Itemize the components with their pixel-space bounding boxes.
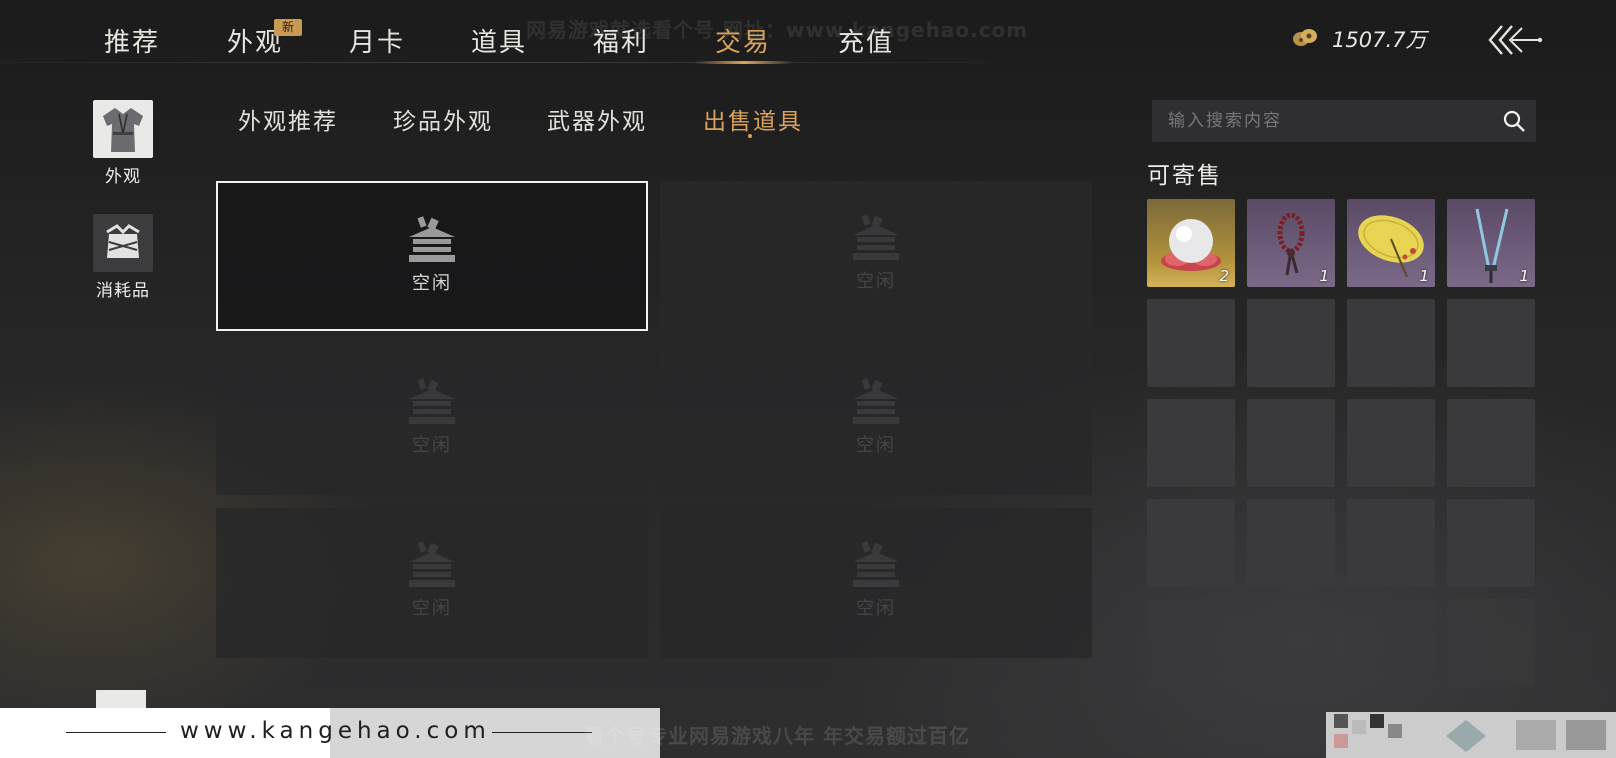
sale-slot[interactable]: 空闲: [216, 508, 648, 658]
inventory-empty-slot[interactable]: [1447, 499, 1535, 587]
stall-icon: [405, 375, 459, 427]
slot-status: 空闲: [412, 273, 452, 294]
subtab-sell-items[interactable]: 出售道具: [703, 102, 803, 136]
subtab-rare-appearance[interactable]: 珍品外观: [393, 102, 493, 136]
active-tab-indicator: [694, 61, 794, 64]
bundle-icon: [93, 214, 153, 272]
inventory-empty-slot[interactable]: [1347, 299, 1435, 387]
coin-icon: [1292, 26, 1318, 48]
stall-icon: [405, 538, 459, 590]
tab-items[interactable]: 道具: [471, 22, 527, 62]
inventory-item-pearl[interactable]: 2: [1147, 199, 1235, 287]
inventory-empty-slot[interactable]: [1447, 599, 1535, 687]
top-nav-divider: [0, 62, 990, 63]
category-label: 消耗品: [96, 281, 150, 301]
inventory-empty-slot[interactable]: [1247, 299, 1335, 387]
sellable-title: 可寄售: [1147, 163, 1222, 189]
search-icon[interactable]: [1502, 109, 1526, 133]
sale-slot[interactable]: 空闲: [660, 508, 1092, 658]
stall-icon: [405, 213, 459, 265]
stall-icon: [849, 211, 903, 263]
slot-status: 空闲: [856, 435, 896, 456]
inventory-empty-slot[interactable]: [1147, 299, 1235, 387]
tab-welfare[interactable]: 福利: [593, 22, 649, 62]
category-partial-item[interactable]: [96, 690, 146, 708]
watermark-logo: [1326, 690, 1616, 758]
inventory-item-yellow-umbrella[interactable]: 1: [1347, 199, 1435, 287]
slot-status: 空闲: [412, 435, 452, 456]
inventory-empty-slot[interactable]: [1347, 399, 1435, 487]
sale-slot[interactable]: 空闲: [216, 345, 648, 495]
item-quantity: 1: [1519, 267, 1529, 285]
category-appearance[interactable]: 外观: [92, 100, 154, 187]
subtab-active-dot: [748, 134, 752, 138]
inventory-empty-slot[interactable]: [1247, 599, 1335, 687]
inventory-empty-slot[interactable]: [1447, 299, 1535, 387]
clipped-section-header: [210, 140, 410, 158]
search-input[interactable]: [1168, 108, 1488, 134]
category-label: 外观: [105, 167, 141, 187]
inventory-empty-slot[interactable]: [1247, 499, 1335, 587]
search-box: [1152, 100, 1536, 142]
tab-trade[interactable]: 交易: [715, 22, 771, 62]
watermark-slogan: 看个号专业网易游戏八年 年交易额过百亿: [584, 724, 970, 748]
inventory-empty-slot[interactable]: [1347, 599, 1435, 687]
inventory-empty-slot[interactable]: [1147, 599, 1235, 687]
inventory-empty-slot[interactable]: [1447, 399, 1535, 487]
subtab-weapon-appearance[interactable]: 武器外观: [547, 102, 647, 136]
currency-amount: 1507.7万: [1332, 28, 1427, 52]
stall-icon: [849, 375, 903, 427]
item-quantity: 2: [1219, 267, 1229, 285]
stall-icon: [849, 538, 903, 590]
item-quantity: 1: [1319, 267, 1329, 285]
new-badge: 新: [274, 19, 302, 36]
tab-recharge[interactable]: 充值: [838, 22, 894, 62]
watermark-url: www.kangehao.com: [180, 718, 491, 744]
back-arrow-icon[interactable]: [1488, 22, 1544, 58]
watermark-rule: [66, 732, 166, 733]
clothes-icon: [93, 100, 153, 158]
tab-monthly-card[interactable]: 月卡: [349, 22, 405, 62]
inventory-empty-slot[interactable]: [1147, 399, 1235, 487]
inventory-empty-slot[interactable]: [1247, 399, 1335, 487]
item-quantity: 1: [1419, 267, 1429, 285]
tab-recommend[interactable]: 推荐: [104, 22, 160, 62]
sale-slot[interactable]: 空闲: [216, 181, 648, 331]
subtab-appearance-recommend[interactable]: 外观推荐: [238, 102, 338, 136]
inventory-item-prayer-beads[interactable]: 1: [1247, 199, 1335, 287]
category-consumables[interactable]: 消耗品: [92, 214, 154, 301]
slot-status: 空闲: [856, 271, 896, 292]
slot-status: 空闲: [412, 598, 452, 619]
inventory-empty-slot[interactable]: [1347, 499, 1435, 587]
watermark-rule: [492, 732, 592, 733]
inventory-empty-slot[interactable]: [1147, 499, 1235, 587]
inventory-item-twin-blades[interactable]: 1: [1447, 199, 1535, 287]
sale-slot[interactable]: 空闲: [660, 345, 1092, 495]
sale-slot[interactable]: 空闲: [660, 181, 1092, 331]
slot-status: 空闲: [856, 598, 896, 619]
